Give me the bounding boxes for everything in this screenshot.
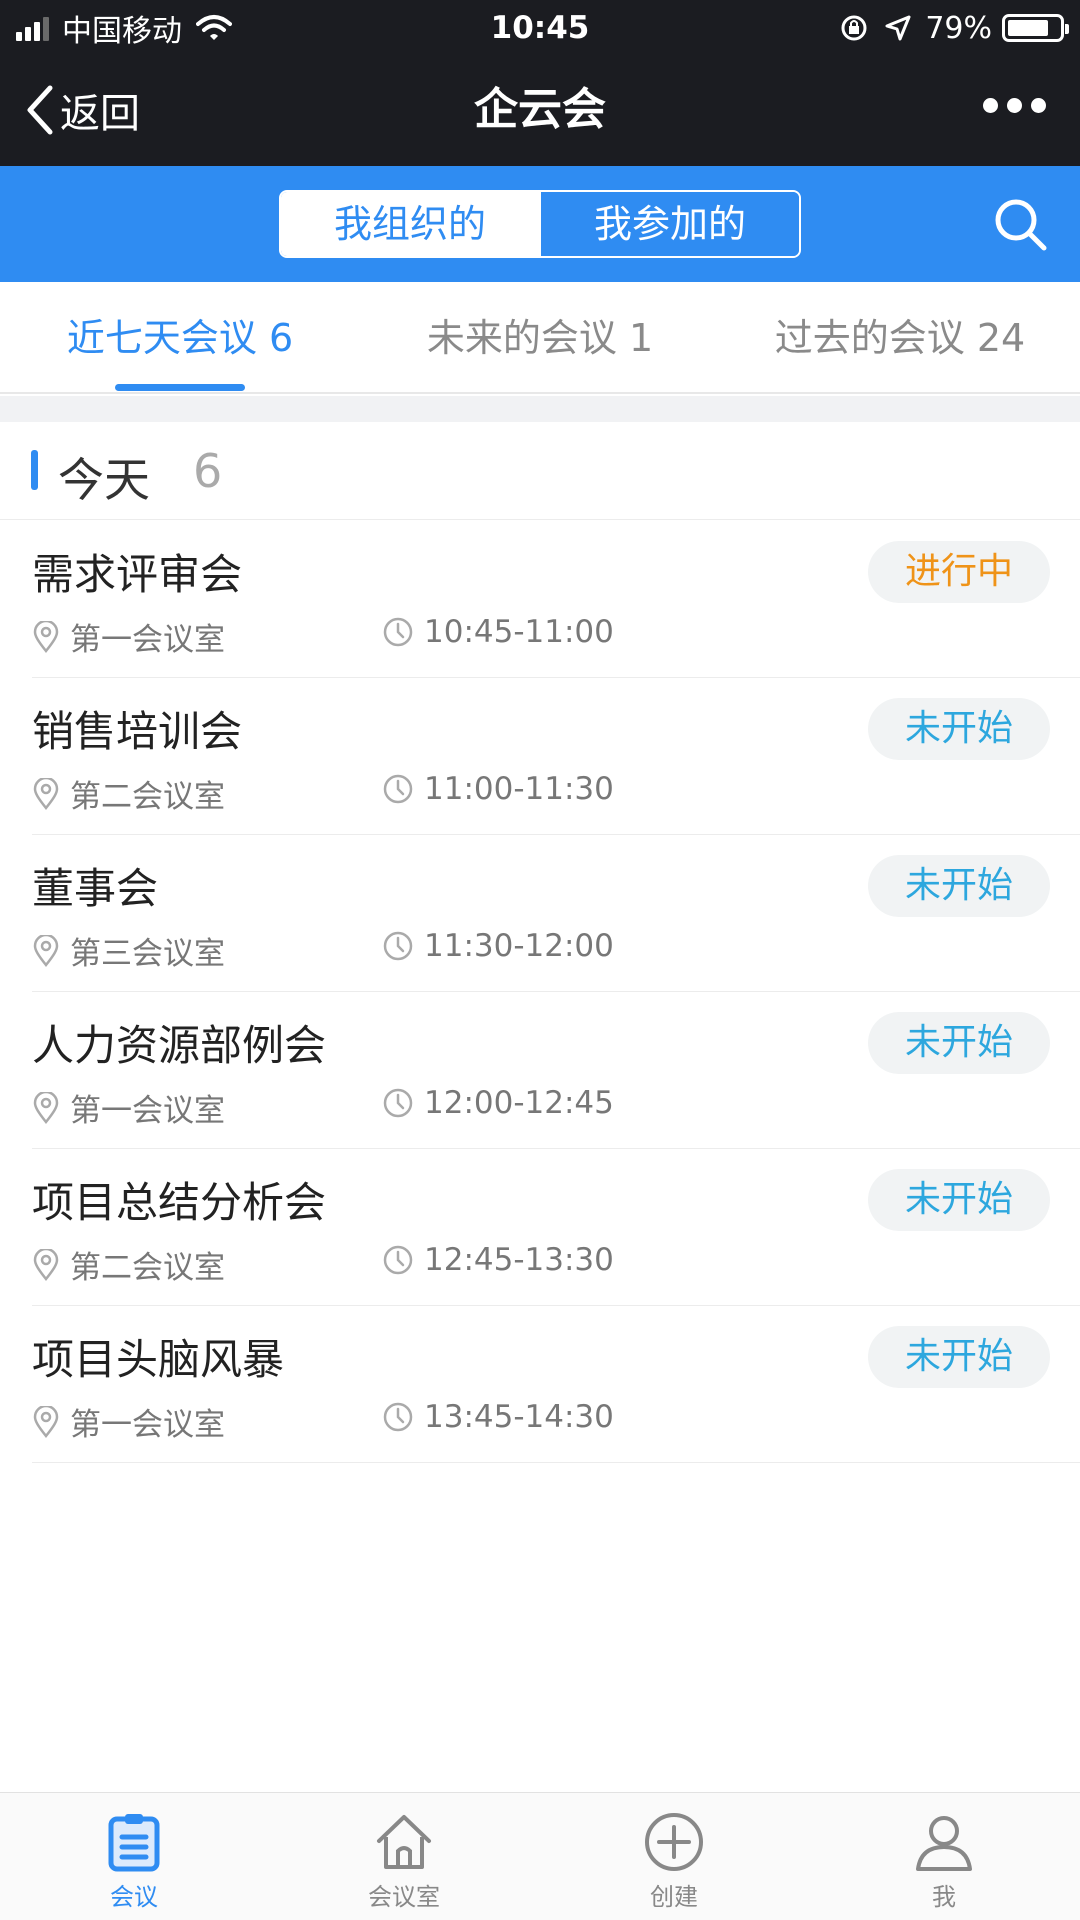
tabbar-label: 创建 <box>650 1883 698 1911</box>
meeting-room-label: 第一会议室 <box>70 622 225 658</box>
period-tabs: 近七天会议 6 未来的会议 1 过去的会议 24 <box>0 282 1080 394</box>
clock-icon <box>383 931 413 961</box>
meeting-time: 11:00-11:30 <box>382 771 614 807</box>
meeting-time-label: 12:45-13:30 <box>424 1242 614 1278</box>
active-tab-indicator <box>115 384 245 391</box>
location-pin-icon <box>33 1091 59 1124</box>
status-badge: 未开始 <box>868 1169 1050 1231</box>
meeting-item[interactable]: 项目头脑风暴 第一会议室 13:45-14:30 未开始 <box>32 1306 1080 1463</box>
divider-gap <box>0 396 1080 422</box>
meeting-room: 第一会议室 <box>32 614 225 659</box>
meeting-time: 12:00-12:45 <box>382 1085 614 1121</box>
status-badge: 未开始 <box>868 1012 1050 1074</box>
meeting-time: 13:45-14:30 <box>382 1399 614 1435</box>
location-pin-icon <box>33 934 59 967</box>
section-header-today: 今天 6 <box>0 422 1080 520</box>
meeting-item[interactable]: 销售培训会 第二会议室 11:00-11:30 未开始 <box>32 678 1080 835</box>
tab-past[interactable]: 过去的会议 24 <box>750 282 1050 394</box>
clipboard-icon <box>108 1814 160 1872</box>
orientation-lock-icon <box>841 15 867 41</box>
tabbar-item-meetings[interactable]: 会议 <box>34 1811 234 1912</box>
clock-icon <box>383 1088 413 1118</box>
tabbar-label: 会议 <box>110 1883 158 1911</box>
meeting-time-label: 12:00-12:45 <box>424 1085 614 1121</box>
clock-icon <box>383 617 413 647</box>
meeting-title: 销售培训会 <box>32 707 243 756</box>
meeting-room-label: 第一会议室 <box>70 1407 225 1443</box>
clock-icon <box>383 1402 413 1432</box>
section-count: 6 <box>193 444 223 498</box>
meeting-time-label: 11:00-11:30 <box>424 771 614 807</box>
tabbar-item-me[interactable]: 我 <box>844 1811 1044 1912</box>
meeting-time: 10:45-11:00 <box>382 614 614 650</box>
meeting-time: 12:45-13:30 <box>382 1242 614 1278</box>
bottom-tab-bar: 会议 会议室 创建 我 <box>0 1792 1080 1920</box>
location-arrow-icon <box>885 15 911 41</box>
meeting-time-label: 11:30-12:00 <box>424 928 614 964</box>
tabbar-item-create[interactable]: 创建 <box>574 1811 774 1912</box>
meeting-time-label: 13:45-14:30 <box>424 1399 614 1435</box>
segment-organized[interactable]: 我组织的 <box>281 192 539 256</box>
battery-fill <box>1008 20 1048 36</box>
meeting-item[interactable]: 董事会 第三会议室 11:30-12:00 未开始 <box>32 835 1080 992</box>
person-icon <box>916 1816 972 1871</box>
segmented-control: 我组织的 我参加的 <box>279 190 801 258</box>
home-icon <box>377 1815 431 1869</box>
tab-upcoming[interactable]: 未来的会议 1 <box>400 282 680 394</box>
meeting-room: 第二会议室 <box>32 1242 225 1287</box>
clock-icon <box>383 774 413 804</box>
status-bar-right: 79% <box>839 8 1069 48</box>
more-dots-icon[interactable] <box>974 98 1046 113</box>
meeting-time: 11:30-12:00 <box>382 928 614 964</box>
status-badge: 未开始 <box>868 855 1050 917</box>
filter-header: 我组织的 我参加的 <box>0 166 1080 282</box>
meeting-room-label: 第二会议室 <box>70 1250 225 1286</box>
location-pin-icon <box>33 1405 59 1438</box>
status-badge: 未开始 <box>868 698 1050 760</box>
meeting-time-label: 10:45-11:00 <box>424 614 614 650</box>
meeting-title: 人力资源部例会 <box>32 1021 327 1070</box>
meeting-title: 项目头脑风暴 <box>32 1335 285 1384</box>
nav-bar: 返回 企云会 <box>0 54 1080 166</box>
meeting-item[interactable]: 项目总结分析会 第二会议室 12:45-13:30 未开始 <box>32 1149 1080 1306</box>
status-badge: 进行中 <box>868 541 1050 603</box>
meeting-title: 需求评审会 <box>32 550 243 599</box>
segment-joined[interactable]: 我参加的 <box>539 192 799 256</box>
battery-icon <box>1002 14 1069 42</box>
section-marker <box>31 450 38 490</box>
clock-icon <box>383 1245 413 1275</box>
tab-recent-seven-days[interactable]: 近七天会议 6 <box>40 282 320 394</box>
meeting-item[interactable]: 需求评审会 第一会议室 10:45-11:00 进行中 <box>32 521 1080 678</box>
status-badge: 未开始 <box>868 1326 1050 1388</box>
meeting-title: 董事会 <box>32 864 159 913</box>
meeting-room-label: 第一会议室 <box>70 1093 225 1129</box>
meeting-title: 项目总结分析会 <box>32 1178 327 1227</box>
meeting-room: 第三会议室 <box>32 928 225 973</box>
plus-circle-icon <box>645 1813 703 1871</box>
page-title: 企云会 <box>474 84 606 135</box>
location-pin-icon <box>33 620 59 653</box>
meeting-room: 第二会议室 <box>32 771 225 816</box>
battery-percent: 79% <box>925 10 992 46</box>
tabbar-label: 我 <box>932 1883 956 1911</box>
section-title: 今天 <box>58 453 150 507</box>
tabbar-label: 会议室 <box>368 1883 440 1911</box>
meeting-room-label: 第二会议室 <box>70 779 225 815</box>
location-pin-icon <box>33 1248 59 1281</box>
search-icon[interactable] <box>990 194 1050 254</box>
meeting-room: 第一会议室 <box>32 1085 225 1130</box>
location-pin-icon <box>33 777 59 810</box>
status-bar: 中国移动 10:45 79% <box>0 0 1080 54</box>
meeting-room: 第一会议室 <box>32 1399 225 1444</box>
meeting-room-label: 第三会议室 <box>70 936 225 972</box>
meeting-item[interactable]: 人力资源部例会 第一会议室 12:00-12:45 未开始 <box>32 992 1080 1149</box>
tabbar-item-rooms[interactable]: 会议室 <box>304 1811 504 1912</box>
